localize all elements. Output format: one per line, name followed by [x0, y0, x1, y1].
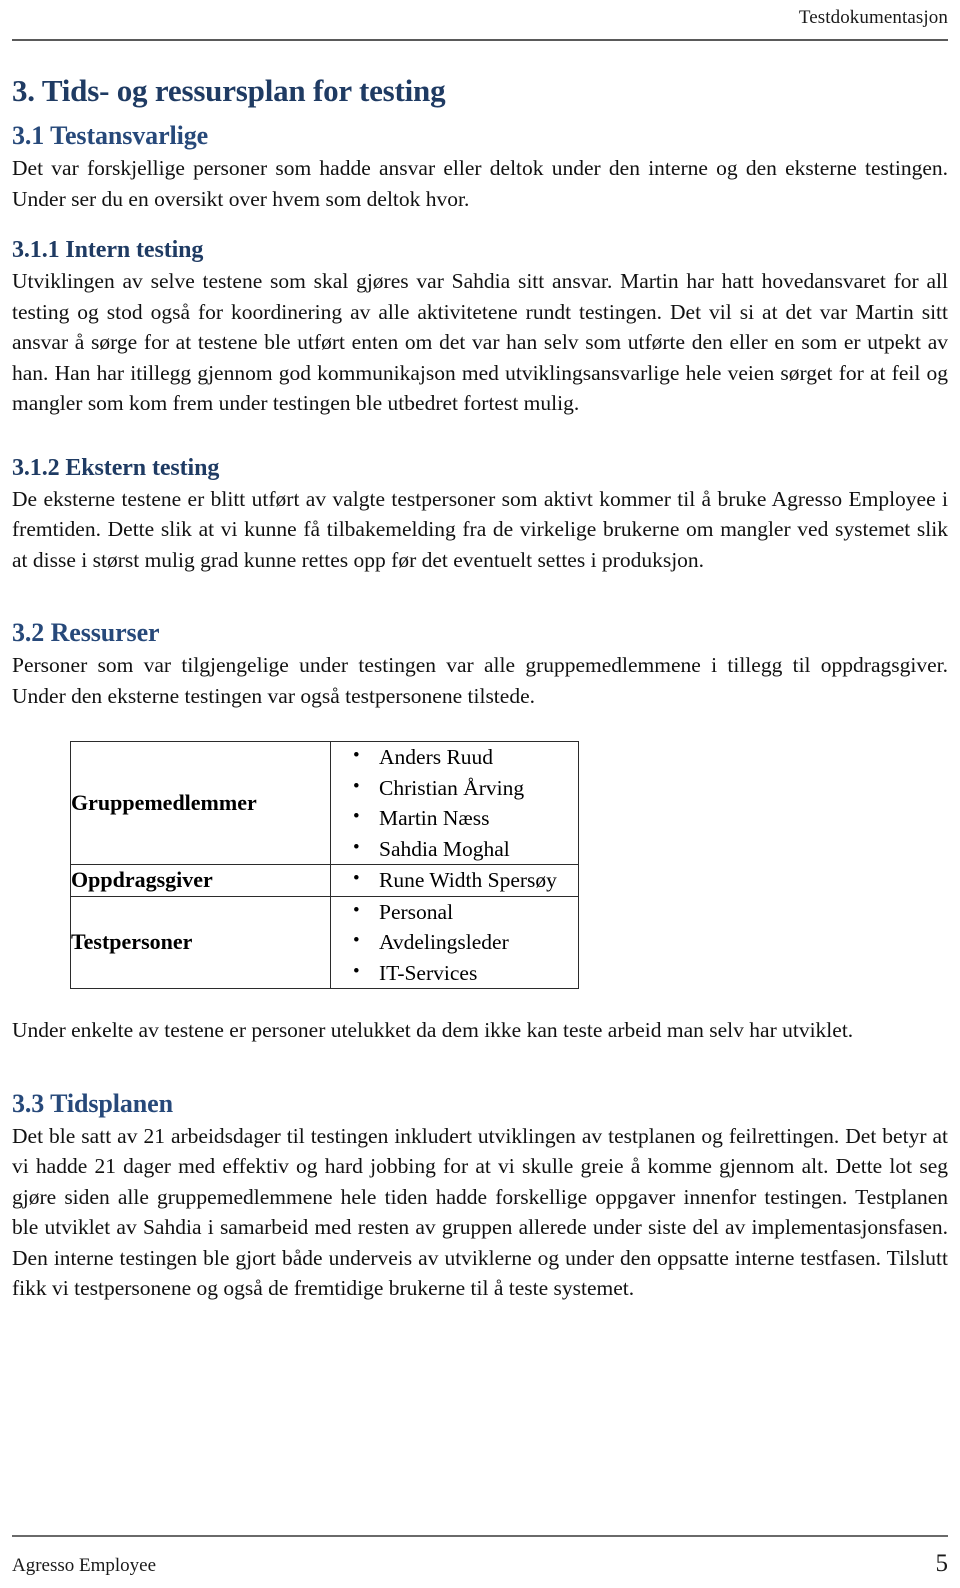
paragraph-ekstern-testing: De eksterne testene er blitt utført av v…	[12, 486, 948, 572]
section-heading-tidsplanen: 3.3 Tidsplanen	[12, 1088, 173, 1118]
paragraph-after-table: Under enkelte av testene er personer ute…	[12, 1018, 854, 1042]
page-title: 3. Tids- og ressursplan for testing	[12, 73, 446, 108]
section-heading-ressurser: 3.2 Ressurser	[12, 618, 160, 647]
section-heading-ekstern-testing: 3.1.2 Ekstern testing	[12, 454, 220, 481]
footer-row: Agresso Employee 5	[12, 1551, 948, 1578]
list-item: Martin Næss	[353, 802, 578, 834]
list-item: Personal	[353, 896, 578, 928]
header-divider	[12, 39, 948, 41]
list-item: Avdelingsleder	[353, 926, 578, 958]
resource-list: Anders Ruud Christian Årving Martin Næss…	[331, 741, 578, 865]
document-page: Testdokumentasjon 3. Tids- og ressurspla…	[0, 0, 960, 1588]
page-header: Testdokumentasjon	[0, 0, 960, 41]
list-item: Anders Ruud	[353, 741, 578, 773]
table-row-label: Testpersoner	[70, 895, 331, 989]
section-heading-intern-testing: 3.1.1 Intern testing	[12, 237, 204, 263]
paragraph-intern-testing: Utviklingen av selve testene som skal gj…	[12, 269, 948, 415]
table-row-values: Anders Ruud Christian Årving Martin Næss…	[330, 741, 579, 865]
paragraph-ressurser: Personer som var tilgjengelige under tes…	[12, 653, 948, 708]
resources-table-wrapper: Gruppemedlemmer Anders Ruud Christian År…	[70, 741, 948, 989]
resources-table: Gruppemedlemmer Anders Ruud Christian År…	[70, 741, 579, 989]
document-content: 3. Tids- og ressursplan for testing 3.1 …	[12, 72, 948, 1304]
footer-page-number: 5	[935, 1550, 949, 1577]
table-row: Oppdragsgiver Rune Width Spersøy	[70, 864, 579, 897]
table-row-label: Oppdragsgiver	[70, 864, 331, 897]
footer-document-name: Agresso Employee	[12, 1555, 157, 1576]
paragraph-tidsplanen: Det ble satt av 21 arbeidsdager til test…	[12, 1123, 948, 1301]
list-item: Christian Årving	[353, 772, 578, 804]
list-item: Rune Width Spersøy	[353, 864, 578, 896]
list-item: Sahdia Moghal	[353, 833, 578, 865]
table-row-values: Rune Width Spersøy	[330, 864, 579, 897]
resource-list: Rune Width Spersøy	[331, 864, 578, 896]
header-title: Testdokumentasjon	[798, 7, 948, 28]
paragraph-testansvarlige: Det var forskjellige personer som hadde …	[12, 156, 948, 211]
list-item: IT-Services	[353, 957, 578, 989]
table-row: Testpersoner Personal Avdelingsleder IT-…	[70, 895, 579, 989]
footer-divider	[12, 1535, 948, 1537]
table-row-label: Gruppemedlemmer	[70, 741, 331, 865]
section-heading-testansvarlige: 3.1 Testansvarlige	[12, 121, 209, 150]
resource-list: Personal Avdelingsleder IT-Services	[331, 896, 578, 989]
page-footer: Agresso Employee 5	[12, 1535, 948, 1578]
table-row: Gruppemedlemmer Anders Ruud Christian År…	[70, 741, 579, 865]
table-row-values: Personal Avdelingsleder IT-Services	[330, 895, 579, 989]
